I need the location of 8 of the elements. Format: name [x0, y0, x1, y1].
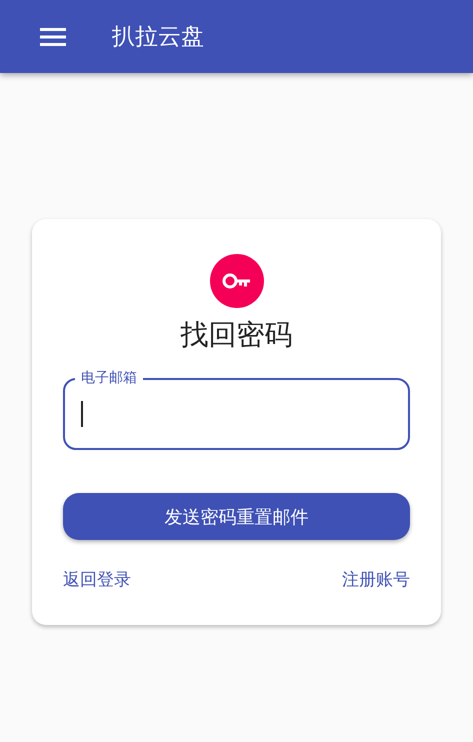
email-field[interactable]: 电子邮箱 [63, 368, 410, 450]
app-title: 扒拉云盘 [112, 23, 204, 52]
key-icon [210, 254, 264, 308]
text-link[interactable]: 注册账号 [342, 568, 410, 591]
text-link[interactable]: 返回登录 [63, 568, 131, 591]
text-cursor [81, 401, 83, 427]
send-reset-button[interactable]: 发送密码重置邮件 [63, 493, 410, 540]
page-title: 找回密码 [180, 317, 292, 353]
